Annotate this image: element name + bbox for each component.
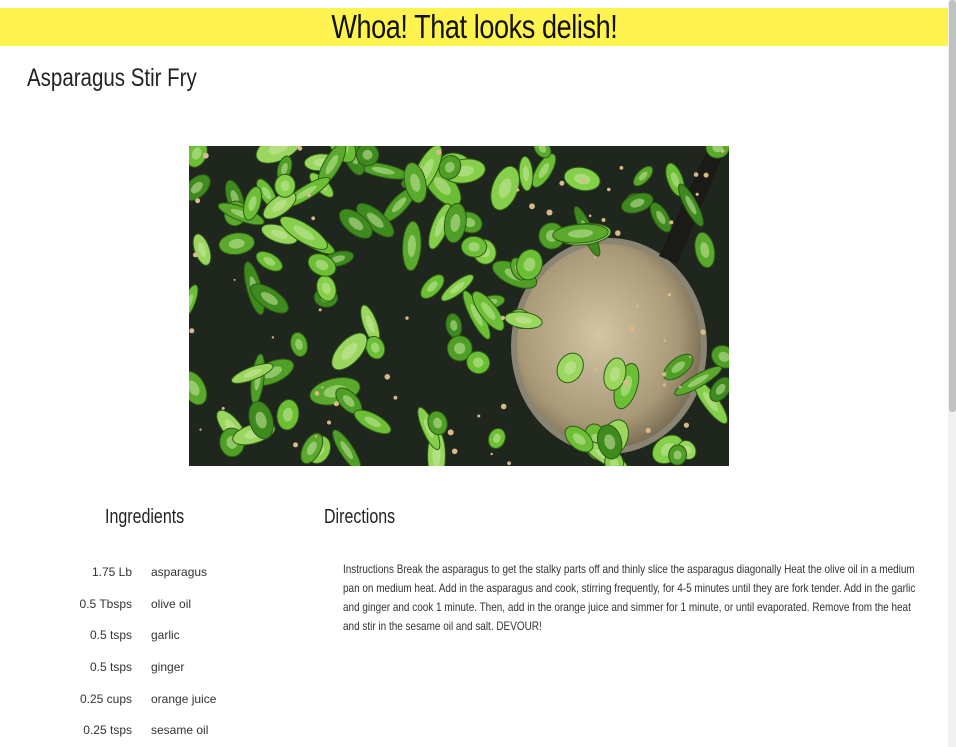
garlic-bit	[500, 403, 507, 410]
ingredients-heading: Ingredients	[105, 506, 185, 528]
garlic-bit	[297, 146, 303, 151]
garlic-bit	[683, 422, 689, 428]
garlic-bit	[393, 395, 398, 400]
garlic-bit	[221, 406, 225, 410]
garlic-bit	[293, 442, 298, 448]
garlic-bit	[615, 230, 621, 236]
garlic-bit	[695, 192, 699, 196]
garlic-bit	[529, 203, 535, 210]
ingredient-quantity: 0.25 tsps	[83, 723, 132, 738]
garlic-bit	[405, 316, 409, 320]
garlic-bit	[667, 293, 672, 297]
garlic-bit	[678, 385, 682, 389]
garlic-bit	[594, 256, 596, 259]
garlic-bit	[663, 339, 666, 342]
ingredients-list: 1.75 Lb asparagus 0.5 Tbsps olive oil 0.…	[60, 556, 260, 746]
garlic-bit	[321, 386, 324, 389]
page-scrollbar[interactable]	[948, 0, 956, 747]
garlic-bit	[689, 355, 692, 358]
garlic-bit	[490, 452, 493, 456]
garlic-bit	[420, 166, 423, 169]
garlic-bit	[720, 149, 725, 153]
garlic-bit	[636, 337, 639, 340]
garlic-bit	[202, 152, 209, 159]
ingredient-quantity: 0.5 tsps	[89, 628, 132, 643]
garlic-bit	[199, 428, 202, 431]
ingredient-name: asparagus	[151, 564, 208, 579]
garlic-bit	[327, 420, 331, 425]
garlic-bit	[314, 435, 318, 438]
garlic-bit	[477, 414, 481, 418]
garlic-bit	[189, 328, 195, 334]
garlic-bit	[645, 427, 651, 433]
directions-text: Instructions Break the asparagus to get …	[343, 562, 916, 633]
garlic-bit	[333, 401, 339, 407]
ingredient-name: olive oil	[151, 596, 192, 611]
garlic-bit	[588, 214, 592, 218]
header-banner: Whoa! That looks delish!	[0, 8, 948, 46]
ingredient-name: ginger	[151, 659, 185, 674]
garlic-bit	[594, 367, 599, 371]
garlic-bit	[507, 461, 511, 466]
asparagus-photo-illustration	[189, 146, 729, 466]
garlic-bit	[451, 448, 458, 455]
garlic-bit	[516, 188, 520, 192]
garlic-bit	[636, 304, 639, 308]
garlic-bit	[195, 198, 201, 204]
garlic-bit	[581, 178, 586, 184]
ingredient-quantity: 0.25 cups	[79, 691, 132, 706]
garlic-bit	[447, 429, 454, 436]
ingredient-row: 0.5 tsps ginger	[60, 651, 260, 683]
garlic-bit	[311, 216, 316, 221]
garlic-bit	[662, 383, 666, 387]
garlic-bit	[703, 172, 709, 178]
ingredient-row: 0.5 Tbsps olive oil	[60, 588, 260, 620]
garlic-bit	[601, 218, 606, 222]
garlic-bit	[628, 326, 635, 332]
ingredient-name: garlic	[151, 628, 180, 643]
garlic-bit	[314, 391, 320, 396]
garlic-bit	[623, 379, 629, 386]
ingredient-quantity: 0.5 Tbsps	[79, 596, 132, 611]
ingredient-name: orange juice	[151, 691, 217, 706]
garlic-bit	[192, 252, 198, 258]
recipe-image	[189, 146, 729, 466]
garlic-bit	[271, 336, 275, 339]
garlic-bit	[384, 374, 391, 380]
banner-title: Whoa! That looks delish!	[331, 8, 617, 45]
ingredient-name: sesame oil	[151, 723, 209, 738]
ingredient-row: 0.25 tsps sesame oil	[60, 714, 260, 746]
garlic-bit	[669, 220, 674, 225]
garlic-bit	[500, 315, 505, 320]
recipe-title: Asparagus Stir Fry	[27, 64, 197, 92]
scrollbar-thumb[interactable]	[949, 0, 956, 412]
garlic-bit	[559, 180, 565, 186]
garlic-bit	[233, 278, 236, 281]
ingredient-row: 0.5 tsps garlic	[60, 619, 260, 651]
garlic-bit	[318, 308, 322, 312]
garlic-bit	[306, 193, 311, 197]
garlic-bit	[661, 372, 667, 377]
ingredient-quantity: 0.5 tsps	[89, 659, 132, 674]
ingredient-row: 1.75 Lb asparagus	[60, 556, 260, 588]
garlic-bit	[700, 329, 706, 335]
ingredient-quantity: 1.75 Lb	[91, 564, 132, 579]
garlic-bit	[546, 209, 553, 216]
garlic-bit	[619, 166, 624, 170]
garlic-bit	[435, 149, 442, 155]
garlic-bit	[607, 187, 611, 192]
garlic-bit	[693, 172, 699, 177]
directions-heading: Directions	[324, 506, 396, 528]
ingredient-row: 0.25 cups orange juice	[60, 683, 260, 715]
